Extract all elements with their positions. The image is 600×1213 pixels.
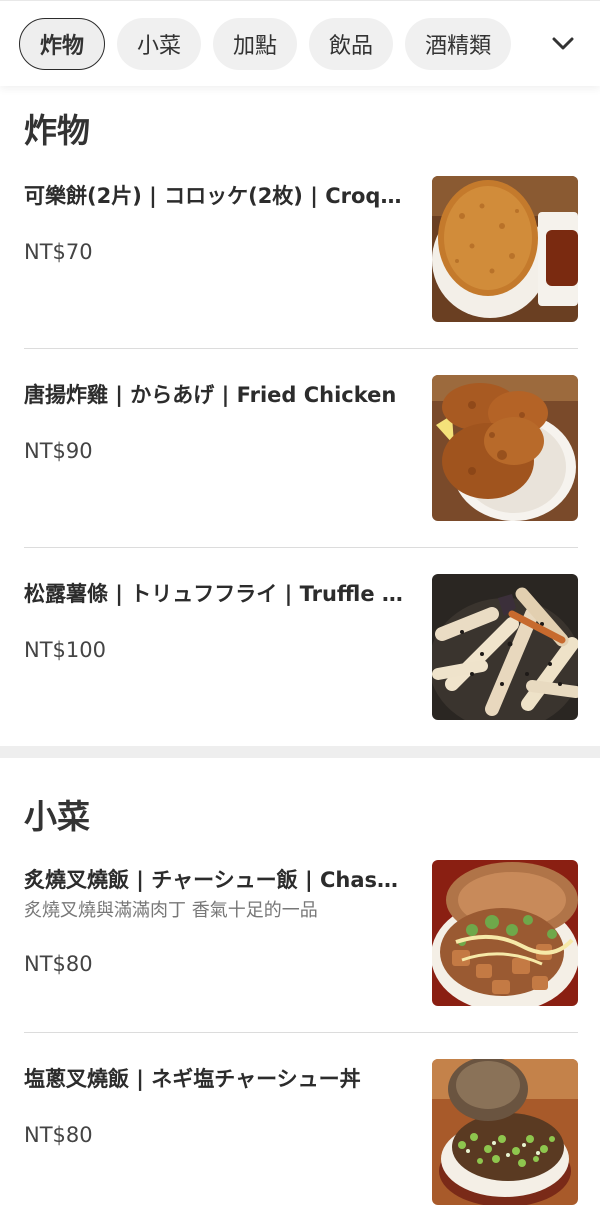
section-title: 炸物 bbox=[24, 111, 90, 150]
menu-item[interactable]: 唐揚炸雞 | からあげ | Fried Chicken NT$90 bbox=[24, 375, 578, 521]
truffle-fries-photo bbox=[432, 574, 578, 720]
tab-alcohol[interactable]: 酒精類 bbox=[405, 18, 512, 70]
chevron-down-icon bbox=[552, 37, 574, 50]
item-price: NT$90 bbox=[24, 439, 93, 463]
chashu-rice-photo bbox=[432, 860, 578, 1006]
item-price: NT$80 bbox=[24, 1123, 93, 1147]
item-name: 唐揚炸雞 | からあげ | Fried Chicken bbox=[24, 383, 397, 407]
item-name: 塩蔥叉燒飯 | ネギ塩チャーシュー丼 bbox=[24, 1067, 361, 1091]
section-title: 小菜 bbox=[24, 797, 90, 836]
category-dropdown-button[interactable] bbox=[544, 25, 582, 63]
item-name: 可樂餅(2片) | コロッケ(2枚) | Croquette bbox=[24, 184, 409, 208]
section-divider bbox=[0, 746, 600, 758]
item-divider bbox=[24, 547, 578, 548]
item-name: 松露薯條 | トリュフフライ | Truffle Fries bbox=[24, 582, 409, 606]
negi-shio-chashu-rice-photo bbox=[432, 1059, 578, 1205]
item-price: NT$80 bbox=[24, 952, 93, 976]
menu-section-side-dishes: 小菜 炙燒叉燒飯 | チャーシュー飯 | Chashu Rice 炙燒叉燒與滿滿… bbox=[0, 758, 600, 1213]
menu-item[interactable]: 可樂餅(2片) | コロッケ(2枚) | Croquette NT$70 bbox=[24, 176, 578, 322]
item-price: NT$100 bbox=[24, 638, 106, 662]
tab-drinks[interactable]: 飲品 bbox=[309, 18, 394, 70]
menu-item[interactable]: 松露薯條 | トリュフフライ | Truffle Fries NT$100 bbox=[24, 574, 578, 720]
tab-fried[interactable]: 炸物 bbox=[19, 18, 106, 70]
item-price: NT$70 bbox=[24, 240, 93, 264]
item-description: 炙燒叉燒與滿滿肉丁 香氣十足的一品 bbox=[24, 900, 318, 921]
menu-item[interactable]: 炙燒叉燒飯 | チャーシュー飯 | Chashu Rice 炙燒叉燒與滿滿肉丁 … bbox=[24, 860, 578, 1006]
item-divider bbox=[24, 1032, 578, 1033]
menu-section-fried: 炸物 可樂餅(2片) | コロッケ(2枚) | Croquette NT$70 bbox=[0, 86, 600, 746]
menu-item[interactable]: 塩蔥叉燒飯 | ネギ塩チャーシュー丼 NT$80 bbox=[24, 1059, 578, 1205]
fried-chicken-photo bbox=[432, 375, 578, 521]
item-divider bbox=[24, 348, 578, 349]
tab-side-dishes[interactable]: 小菜 bbox=[117, 18, 202, 70]
item-name: 炙燒叉燒飯 | チャーシュー飯 | Chashu Rice bbox=[24, 868, 409, 892]
category-tab-bar: 炸物 小菜 加點 飲品 酒精類 bbox=[0, 0, 600, 86]
category-tabs: 炸物 小菜 加點 飲品 酒精類 bbox=[19, 18, 512, 70]
tab-add-ons[interactable]: 加點 bbox=[213, 18, 298, 70]
croquette-photo bbox=[432, 176, 578, 322]
